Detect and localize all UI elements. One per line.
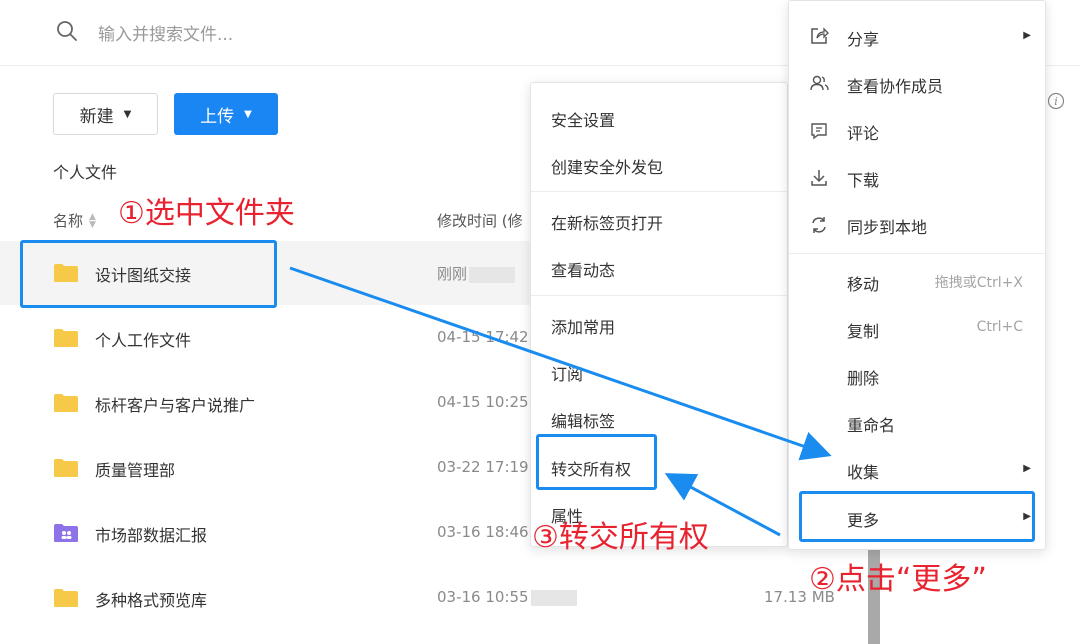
file-time: 刚刚 [437,263,516,284]
file-name[interactable]: 质量管理部 [95,457,175,481]
search-input[interactable]: 输入并搜索文件... [98,20,233,45]
chevron-right-icon: ▶ [1023,30,1031,41]
menu-item-add-favorite[interactable]: 添加常用 [551,314,615,338]
menu-item-download[interactable]: 下载 [847,167,879,191]
menu-item-copy[interactable]: 复制 [847,318,879,342]
menu-item-rename[interactable]: 重命名 [847,412,895,436]
file-name[interactable]: 个人工作文件 [95,327,191,351]
annotation-box-select-folder [20,240,277,308]
search-icon[interactable] [56,20,78,42]
breadcrumb[interactable]: 个人文件 [53,159,117,183]
shortcut-copy: Ctrl+C [976,319,1023,335]
file-name[interactable]: 多种格式预览库 [95,587,207,611]
caret-down-icon: ▼ [123,108,132,120]
file-name[interactable]: 市场部数据汇报 [95,522,207,546]
file-time: 03-16 18:46( [437,523,535,541]
team-folder-icon [54,524,78,542]
folder-icon [54,459,78,477]
shortcut-move: 拖拽或Ctrl+X [934,275,1023,291]
share-icon [811,27,829,44]
divider [531,191,787,192]
divider [789,253,1045,254]
file-time: 03-22 17:19( [437,458,535,476]
annotation-step2: ②点击“更多” [809,562,987,597]
upload-button-label: 上传 [200,106,235,127]
file-time: 03-16 10:55 [437,588,577,606]
menu-item-move[interactable]: 移动 [847,271,879,295]
annotation-box-transfer [536,434,657,490]
file-time: 04-15 17:42( [437,328,535,346]
menu-item-view-activity[interactable]: 查看动态 [551,257,615,281]
download-icon [811,170,827,186]
column-header-name[interactable]: 名称 ▲ ▼ [53,210,96,231]
folder-icon [54,329,78,347]
menu-item-delete[interactable]: 删除 [847,365,879,389]
chevron-right-icon: ▶ [1023,463,1031,474]
table-row[interactable]: 多种格式预览库 03-16 10:55 17.13 MB [0,566,880,630]
menu-item-sync[interactable]: 同步到本地 [847,214,927,238]
column-header-name-label: 名称 [53,212,84,230]
annotation-step3: ③转交所有权 [532,520,709,555]
folder-icon [54,394,78,412]
sync-icon [812,217,826,233]
menu-item-security-settings[interactable]: 安全设置 [551,107,615,131]
svg-text:i: i [1054,95,1058,108]
info-icon[interactable]: i [1047,92,1065,110]
context-menu: 分享 ▶ 查看协作成员 评论 下载 同步到本地 移动 拖拽或Ctrl+X 复制 … [788,0,1046,550]
file-name[interactable]: 标杆客户与客户说推广 [95,392,255,416]
menu-item-open-new-tab[interactable]: 在新标签页打开 [551,210,663,234]
caret-down-icon: ▼ [244,108,252,120]
menu-item-subscribe[interactable]: 订阅 [551,361,583,385]
menu-item-edit-tags[interactable]: 编辑标签 [551,408,615,432]
upload-button[interactable]: 上传 ▼ [174,93,278,135]
menu-item-favorite[interactable]: 收集 [847,459,879,483]
sort-icon[interactable]: ▲ ▼ [89,212,96,229]
menu-item-members[interactable]: 查看协作成员 [847,73,943,97]
new-button-label: 新建 [79,106,114,127]
file-time: 04-15 10:25( [437,393,535,411]
annotation-step1: ①选中文件夹 [118,196,295,231]
members-icon [810,75,829,91]
new-button[interactable]: 新建 ▼ [53,93,158,135]
column-header-modified[interactable]: 修改时间 (修 [437,210,523,231]
comment-icon [811,123,827,140]
menu-item-comment[interactable]: 评论 [847,120,879,144]
annotation-box-more [799,491,1035,542]
menu-item-share[interactable]: 分享 [847,26,879,50]
folder-icon [54,589,78,607]
menu-item-secure-package[interactable]: 创建安全外发包 [551,154,663,178]
divider [531,295,787,296]
